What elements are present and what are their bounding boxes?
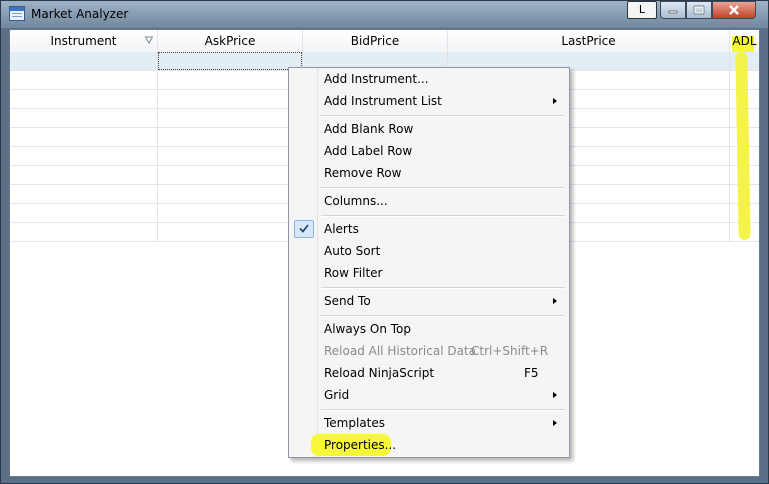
menu-item-label: Row Filter (324, 266, 383, 280)
menu-item-reload-ninjascript[interactable]: Reload NinjaScript F5 (291, 362, 567, 384)
menu-item-label: Auto Sort (324, 244, 381, 258)
column-label: AskPrice (204, 34, 256, 48)
menu-item-send-to[interactable]: Send To (291, 290, 567, 312)
menu-item-label: Send To (324, 294, 371, 308)
grid-header: Instrument AskPrice BidPrice LastPrice A… (10, 30, 759, 53)
column-label: BidPrice (350, 34, 400, 48)
menu-item-label: Columns... (324, 194, 388, 208)
menu-item-properties[interactable]: Properties... (291, 434, 567, 456)
menu-item-alerts[interactable]: Alerts (291, 218, 567, 240)
menu-item-always-on-top[interactable]: Always On Top (291, 318, 567, 340)
menu-item-label: Properties... (324, 438, 397, 452)
menu-item-add-label-row[interactable]: Add Label Row (291, 140, 567, 162)
menu-separator (321, 287, 565, 289)
column-label: ADL (732, 34, 757, 48)
window-app-icon (9, 6, 25, 21)
minimize-icon (668, 10, 678, 14)
menu-item-shortcut: Ctrl+Shift+R (471, 344, 549, 358)
menu-item-row-filter[interactable]: Row Filter (291, 262, 567, 284)
column-header-lastprice[interactable]: LastPrice (448, 30, 730, 52)
close-icon (729, 5, 739, 15)
menu-item-add-blank-row[interactable]: Add Blank Row (291, 118, 567, 140)
context-menu: Add Instrument... Add Instrument List Ad… (288, 67, 570, 458)
column-label: LastPrice (561, 34, 616, 48)
menu-item-columns[interactable]: Columns... (291, 190, 567, 212)
menu-item-label: Add Blank Row (324, 122, 414, 136)
menu-item-label: Reload All Historical Data (324, 344, 477, 358)
menu-item-label: Add Label Row (324, 144, 413, 158)
menu-item-templates[interactable]: Templates (291, 412, 567, 434)
menu-item-add-instrument-list[interactable]: Add Instrument List (291, 90, 567, 112)
minimize-button[interactable] (660, 1, 686, 19)
menu-item-reload-historical-data[interactable]: Reload All Historical Data Ctrl+Shift+R (291, 340, 567, 362)
close-button[interactable] (712, 1, 756, 19)
menu-separator (321, 187, 565, 189)
submenu-arrow-icon (553, 420, 557, 426)
focused-cell[interactable] (158, 52, 302, 70)
submenu-arrow-icon (553, 392, 557, 398)
column-header-askprice[interactable]: AskPrice (158, 30, 303, 52)
menu-item-remove-row[interactable]: Remove Row (291, 162, 567, 184)
sort-indicator-icon (145, 36, 153, 44)
menu-item-auto-sort[interactable]: Auto Sort (291, 240, 567, 262)
menu-item-shortcut: F5 (524, 366, 539, 380)
menu-item-label: Reload NinjaScript (324, 366, 435, 380)
menu-item-label: Add Instrument... (324, 72, 429, 86)
menu-separator (321, 215, 565, 217)
menu-item-label: Always On Top (324, 322, 411, 336)
maximize-icon (693, 5, 705, 15)
column-divider (729, 52, 730, 242)
column-label: Instrument (50, 34, 117, 48)
market-analyzer-window: Market Analyzer L Instrument AskPrice Bi… (0, 0, 769, 484)
menu-item-label: Add Instrument List (324, 94, 442, 108)
menu-item-grid[interactable]: Grid (291, 384, 567, 406)
menu-separator (321, 409, 565, 411)
menu-item-label: Grid (324, 388, 350, 402)
submenu-arrow-icon (553, 98, 557, 104)
checkmark-icon (299, 224, 309, 233)
window-controls (660, 1, 756, 20)
column-divider (157, 52, 158, 242)
submenu-arrow-icon (553, 298, 557, 304)
menu-item-label: Templates (324, 416, 386, 430)
column-header-bidprice[interactable]: BidPrice (303, 30, 448, 52)
title-bar[interactable]: Market Analyzer L (1, 1, 768, 28)
menu-item-label: Remove Row (324, 166, 402, 180)
menu-item-label: Alerts (324, 222, 359, 236)
menu-separator (321, 315, 565, 317)
link-button[interactable]: L (627, 1, 657, 19)
column-header-instrument[interactable]: Instrument (10, 30, 158, 52)
menu-item-add-instrument[interactable]: Add Instrument... (291, 68, 567, 90)
maximize-button[interactable] (686, 1, 712, 19)
column-header-adl[interactable]: ADL (730, 30, 759, 52)
menu-separator (321, 115, 565, 117)
window-title: Market Analyzer (31, 7, 129, 21)
